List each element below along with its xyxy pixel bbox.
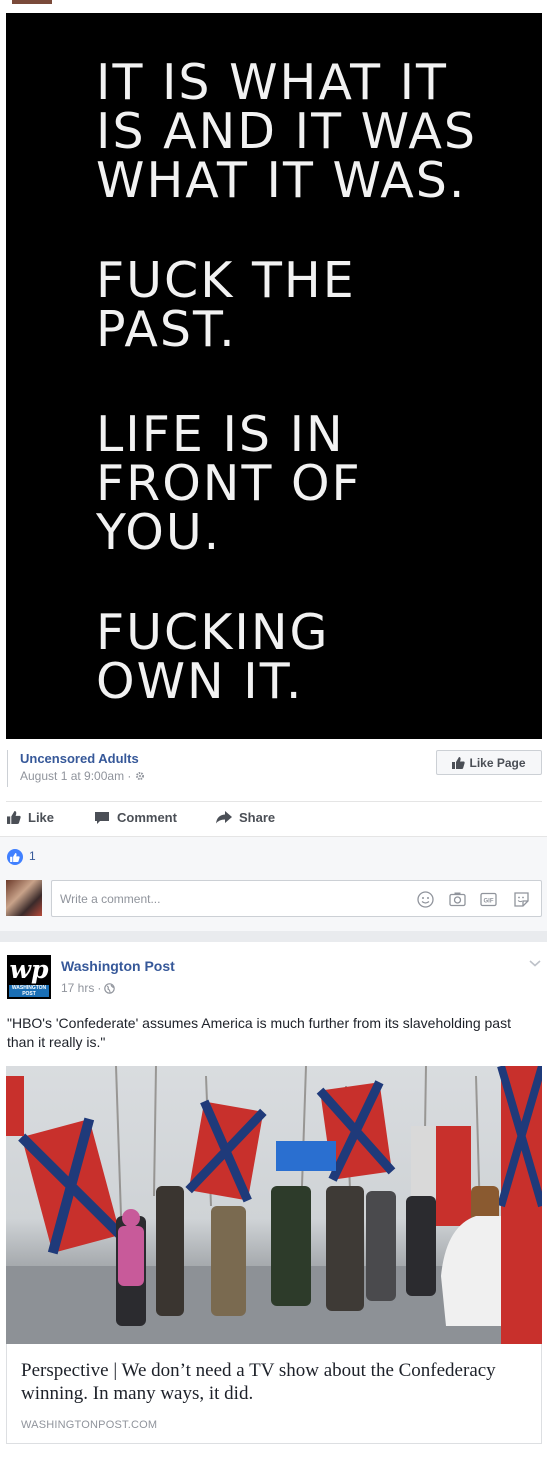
thumbs-up-icon (7, 811, 21, 824)
meme-line-3: LIFE IS IN FRONT OF YOU. (96, 406, 362, 561)
thumbs-up-icon (452, 756, 466, 769)
like-page-label: Like Page (469, 755, 526, 770)
comment-placeholder: Write a comment... (60, 892, 161, 906)
attribution-divider (7, 750, 8, 787)
comment-label: Comment (117, 810, 177, 825)
post-timestamp[interactable]: August 1 at 9:00am · (20, 769, 145, 783)
previous-avatar-sliver (12, 0, 52, 4)
wp-logo-mark: wp (9, 955, 49, 984)
post-timestamp-text: 17 hrs (61, 981, 95, 995)
globe-icon (104, 982, 116, 994)
meme-line-1: IT IS WHAT IT IS AND IT WAS WHAT IT WAS. (96, 54, 477, 209)
divider (6, 801, 542, 802)
link-preview-photo[interactable] (6, 1066, 542, 1344)
reaction-count[interactable]: 1 (29, 849, 36, 863)
meme-line-2: FUCK THE PAST. (96, 252, 356, 358)
share-arrow-icon (216, 811, 232, 824)
link-title[interactable]: Perspective | We don’t need a TV show ab… (21, 1359, 521, 1405)
divider (0, 836, 547, 837)
comment-button[interactable]: Comment (94, 810, 177, 825)
like-page-button[interactable]: Like Page (436, 750, 542, 775)
commenter-avatar[interactable] (6, 880, 42, 916)
like-button[interactable]: Like (7, 810, 54, 825)
share-button[interactable]: Share (216, 810, 275, 825)
comment-bubble-icon (95, 811, 109, 824)
gif-icon[interactable]: GIF (480, 891, 497, 908)
publisher-name-link[interactable]: Washington Post (61, 958, 175, 974)
wp-logo-strip: WASHINGTON POST (9, 985, 49, 997)
page-name-link[interactable]: Uncensored Adults (20, 751, 139, 766)
post-timestamp-text: August 1 at 9:00am (20, 769, 125, 783)
post-text: "HBO's 'Confederate' assumes America is … (7, 1015, 511, 1050)
washington-post-logo[interactable]: wp WASHINGTON POST (7, 955, 51, 999)
camera-icon[interactable] (449, 891, 466, 908)
like-reaction-icon[interactable] (7, 849, 23, 865)
comment-input[interactable]: Write a comment... GIF (51, 880, 542, 917)
like-label: Like (28, 810, 55, 825)
meme-image[interactable]: IT IS WHAT IT IS AND IT WAS WHAT IT WAS.… (6, 13, 542, 739)
svg-text:GIF: GIF (484, 899, 494, 905)
sticker-icon[interactable] (513, 891, 530, 908)
chevron-down-icon[interactable] (528, 958, 542, 968)
share-label: Share (239, 810, 276, 825)
confederate-flag-rally-photo (6, 1066, 542, 1344)
link-domain: WASHINGTONPOST.COM (21, 1419, 158, 1431)
link-preview-card[interactable]: Perspective | We don’t need a TV show ab… (6, 1344, 542, 1444)
meme-line-4: FUCKING OWN IT. (96, 604, 330, 710)
emoji-icon[interactable] (417, 891, 434, 908)
gear-icon (135, 772, 144, 780)
post-timestamp[interactable]: 17 hrs · (61, 981, 116, 995)
post-card-uncensored-adults: IT IS WHAT IT IS AND IT WAS WHAT IT WAS.… (0, 0, 547, 931)
